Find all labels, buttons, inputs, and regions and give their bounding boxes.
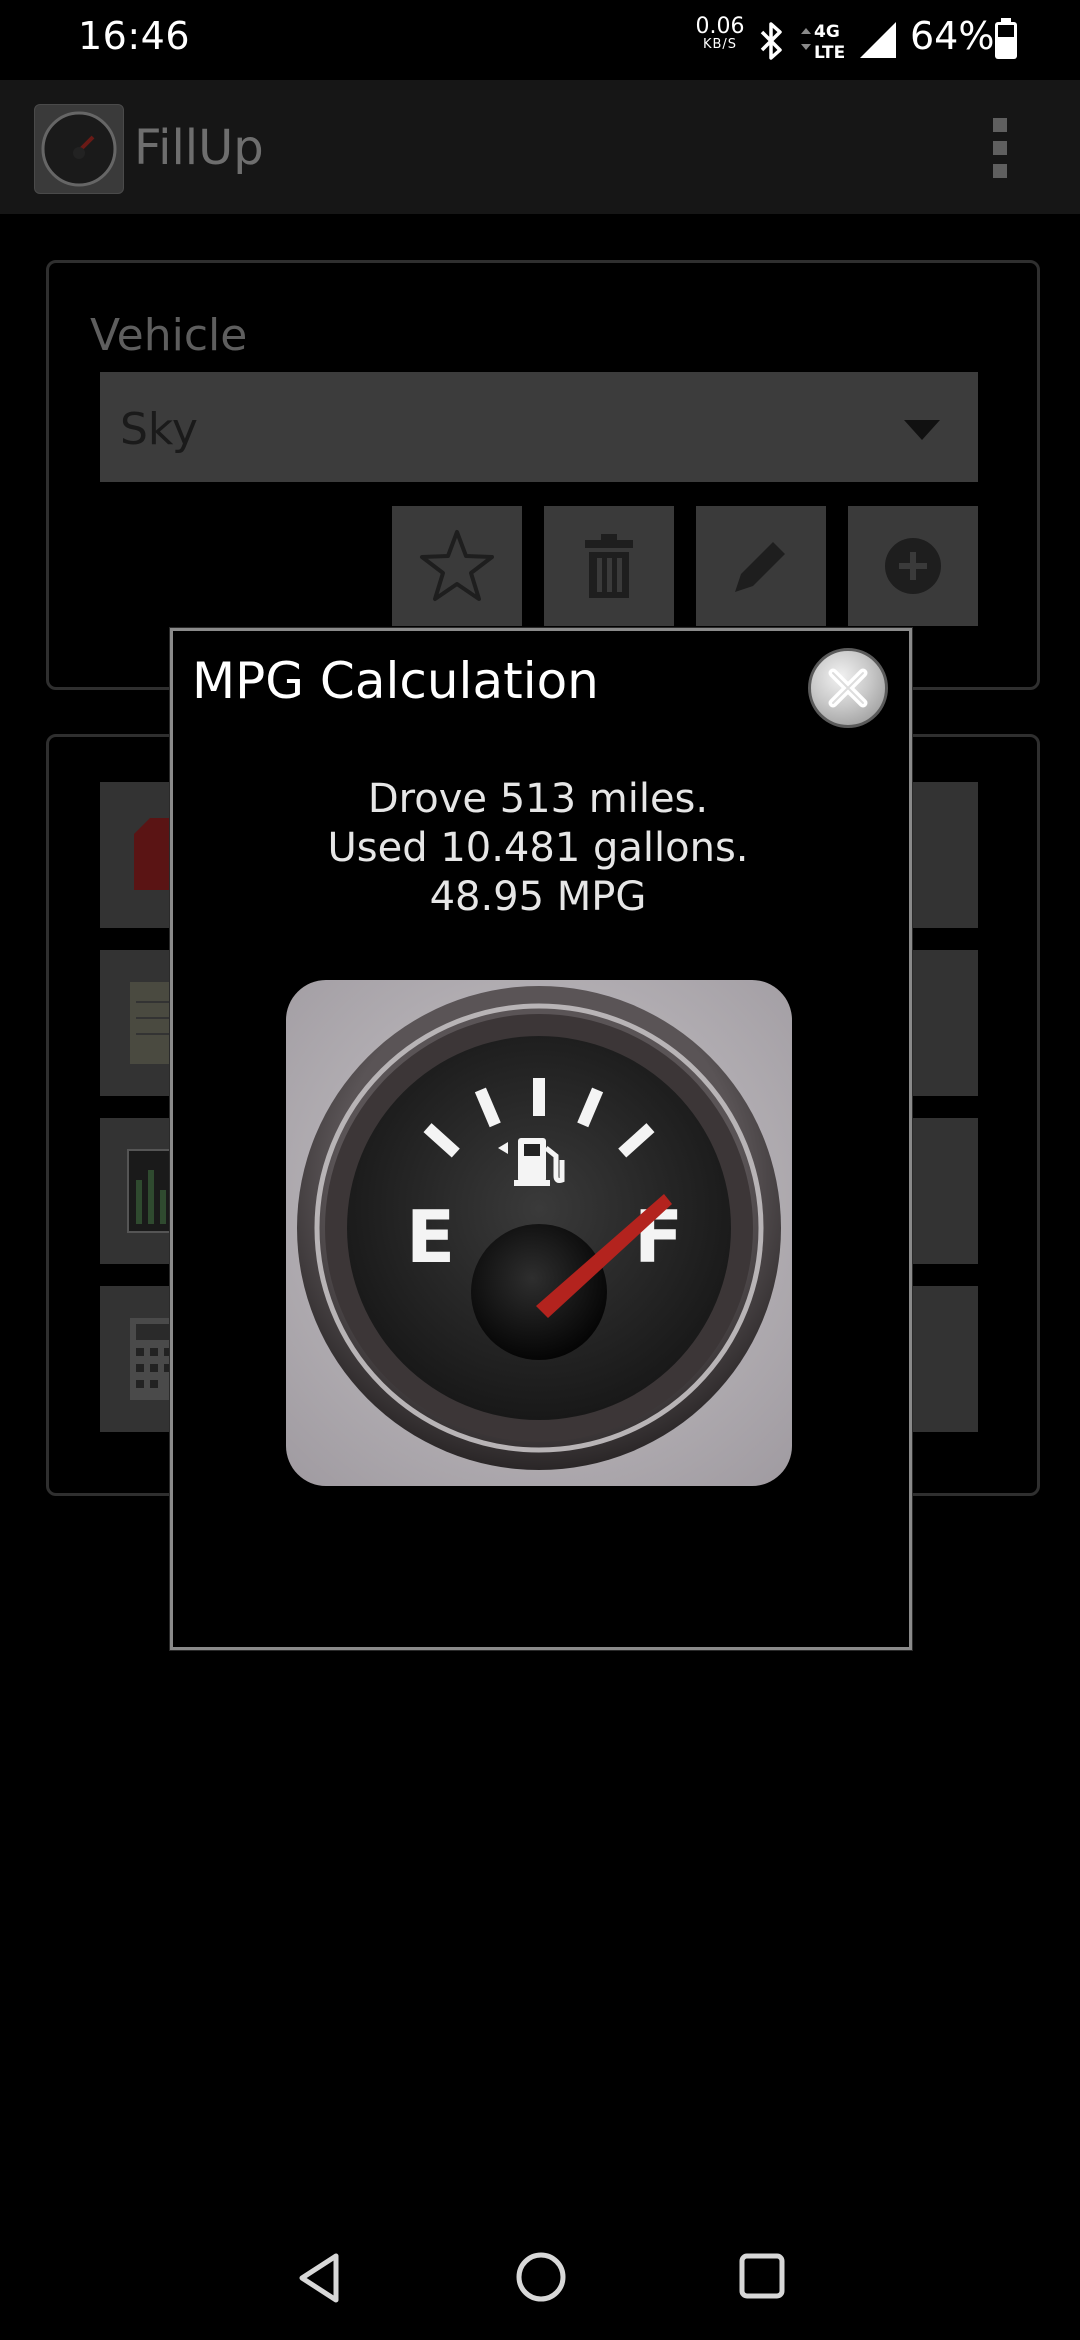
back-icon[interactable] bbox=[292, 2248, 352, 2312]
close-dialog-button[interactable] bbox=[808, 648, 888, 728]
trash-icon bbox=[585, 534, 633, 598]
bluetooth-icon bbox=[756, 20, 786, 66]
app-title: FillUp bbox=[134, 120, 264, 176]
pencil-icon bbox=[735, 542, 785, 592]
dialog-title: MPG Calculation bbox=[192, 652, 599, 710]
recents-icon[interactable] bbox=[738, 2252, 786, 2304]
network-type-top: 4G bbox=[814, 22, 840, 42]
battery-percent: 64% bbox=[910, 14, 995, 58]
vehicle-label: Vehicle bbox=[90, 310, 248, 361]
miles-driven-text: Drove 513 miles. bbox=[367, 776, 709, 822]
status-time: 16:46 bbox=[78, 14, 191, 58]
add-icon bbox=[885, 538, 941, 594]
network-speed: 0.06 KB/S bbox=[690, 14, 750, 54]
fuel-gauge-image: E F bbox=[286, 980, 792, 1486]
favorite-vehicle-button[interactable] bbox=[392, 506, 522, 626]
battery-icon bbox=[994, 18, 1018, 64]
add-vehicle-button[interactable] bbox=[848, 506, 978, 626]
vehicle-dropdown[interactable] bbox=[100, 372, 978, 482]
close-icon bbox=[828, 668, 868, 708]
lte-icon: 4G LTE bbox=[798, 18, 854, 66]
gauge-empty-label: E bbox=[406, 1195, 455, 1279]
network-type-bottom: LTE bbox=[814, 43, 845, 62]
vehicle-selected-value: Sky bbox=[120, 404, 198, 455]
gallons-used-text: Used 10.481 gallons. bbox=[327, 825, 749, 871]
star-icon bbox=[420, 530, 494, 601]
fuel-gauge-icon bbox=[34, 104, 124, 194]
overflow-menu-icon[interactable] bbox=[990, 118, 1010, 178]
mpg-result-text: 48.95 MPG bbox=[429, 874, 647, 920]
home-icon[interactable] bbox=[514, 2250, 568, 2308]
chevron-down-icon bbox=[904, 420, 940, 440]
edit-vehicle-button[interactable] bbox=[696, 506, 826, 626]
delete-vehicle-button[interactable] bbox=[544, 506, 674, 626]
cell-signal-icon bbox=[858, 20, 900, 64]
network-speed-value: 0.06 bbox=[695, 14, 745, 39]
